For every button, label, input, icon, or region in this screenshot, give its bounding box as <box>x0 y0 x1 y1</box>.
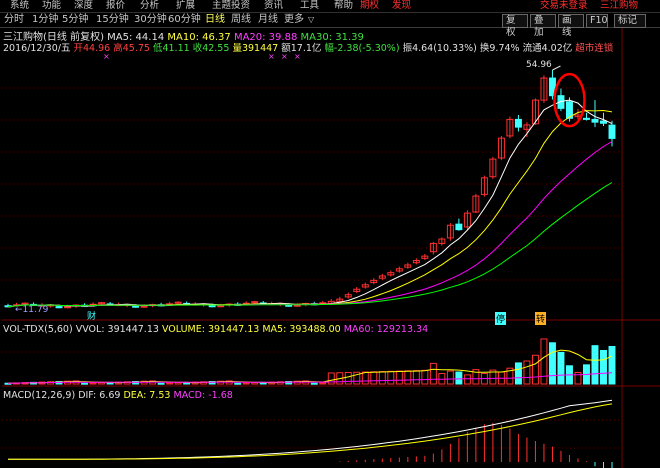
high-pointer <box>552 65 561 71</box>
volume-bar <box>540 338 548 385</box>
volume-bar <box>557 351 565 385</box>
volume-bar <box>412 370 420 385</box>
volume-bar <box>600 349 607 385</box>
candle-body <box>132 305 140 308</box>
volume-bar <box>548 342 556 385</box>
low-price-label: ←11.79 <box>15 305 49 315</box>
volume-bar <box>310 382 318 385</box>
volume-bar <box>234 382 242 385</box>
vol-panel-label: VOL-TDX(5,60) VVOL: 391447.13 VOLUME: 39… <box>3 324 428 335</box>
volume-bar <box>395 370 403 385</box>
dif-value: DIF: 6.69 <box>78 390 121 401</box>
volume-bar <box>531 354 539 385</box>
ma30-line <box>7 182 613 308</box>
candle-body <box>591 118 599 123</box>
volume-bar <box>344 372 352 385</box>
volume-bar <box>463 374 471 385</box>
volume-bar <box>166 382 174 385</box>
ma5-line <box>7 99 613 308</box>
candle-body <box>608 124 616 139</box>
volume-bar <box>404 370 412 385</box>
volume-bar <box>608 345 616 385</box>
volume-bar <box>361 371 369 385</box>
halt-marker[interactable]: 停 <box>495 312 507 325</box>
volume-bar <box>455 371 463 385</box>
high-price-label: 54.96 <box>526 60 552 70</box>
candle-body <box>140 305 148 308</box>
finance-marker[interactable]: 财 <box>86 309 97 322</box>
ma20-line <box>7 141 613 308</box>
candle-body <box>583 117 590 120</box>
volume-bar <box>591 345 599 385</box>
vol-indicator-name: VOL-TDX(5,60) <box>3 324 73 335</box>
candle-body <box>514 118 522 128</box>
volume-bar <box>378 371 386 385</box>
macd-indicator-name: MACD(12,26,9) <box>3 390 76 401</box>
candle-body <box>55 306 63 309</box>
candle-body <box>293 304 301 307</box>
transfer-marker[interactable]: 转 <box>535 312 547 325</box>
volume-bar <box>429 362 437 385</box>
volume-bar <box>98 382 106 385</box>
volume-bar <box>174 382 182 385</box>
volume-bar <box>251 382 259 385</box>
candle-body <box>285 304 293 307</box>
volume-bar <box>242 382 250 385</box>
volume-bar <box>370 371 378 385</box>
volume-bar <box>514 362 522 385</box>
dea-value: DEA: 7.53 <box>123 390 171 401</box>
low-price-value: 11.79 <box>22 305 49 315</box>
candle-body <box>455 223 463 231</box>
volume-bar <box>387 370 395 385</box>
volume-bar <box>421 369 429 385</box>
volume-bar <box>157 382 165 385</box>
candle-body <box>64 306 72 309</box>
volume-bar <box>81 382 89 385</box>
volume-bar <box>446 370 454 385</box>
vol-ma60-value: MA60: 129213.34 <box>343 324 429 335</box>
macd-value: MACD: -1.68 <box>173 390 233 401</box>
volume-ind-value: VOLUME: 391447.13 <box>161 324 260 335</box>
candle-body <box>208 305 216 308</box>
volume-bar <box>319 382 327 385</box>
vvol-value: VVOL: 391447.13 <box>75 324 159 335</box>
volume-bar <box>523 360 531 385</box>
macd-panel-label: MACD(12,26,9) DIF: 6.69 DEA: 7.53 MACD: … <box>3 390 233 401</box>
dif-line <box>8 399 613 460</box>
vol-ma5-value: MA5: 393488.00 <box>262 324 341 335</box>
candle-body <box>217 305 225 308</box>
candle-body <box>600 120 607 124</box>
volume-bar <box>89 382 97 385</box>
